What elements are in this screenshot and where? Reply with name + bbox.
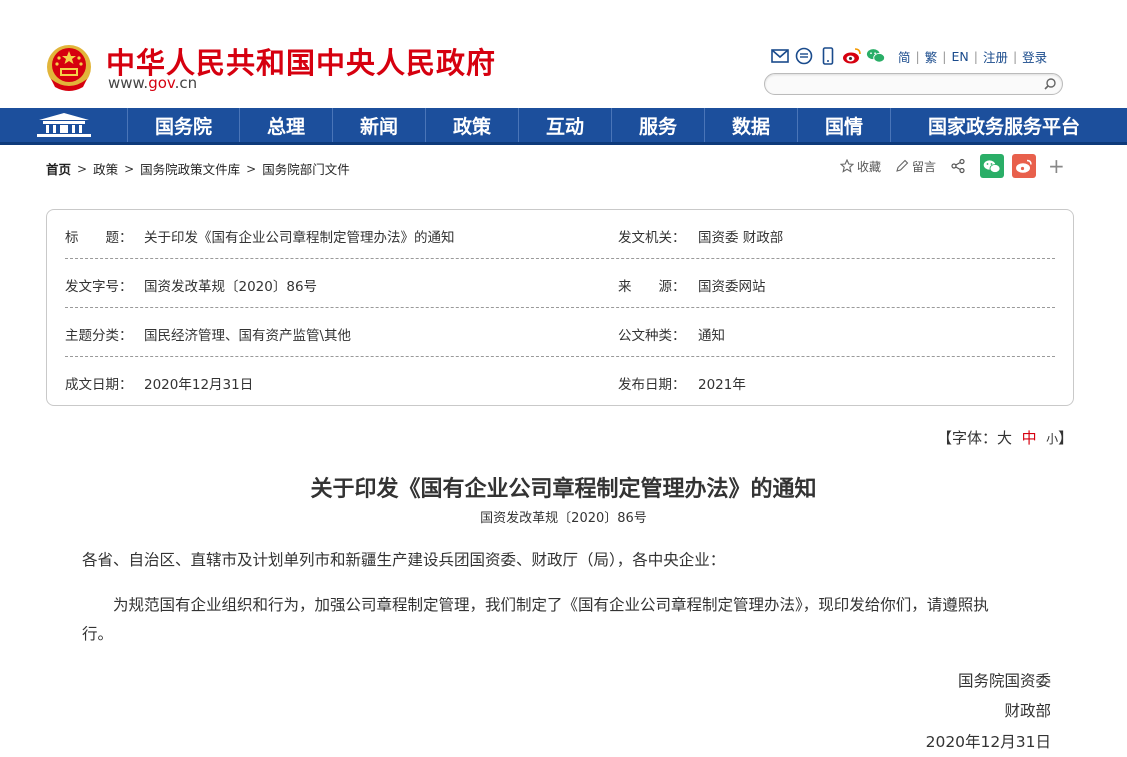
- chevron-right-icon: >: [77, 161, 88, 176]
- site-url-prefix: www.: [108, 74, 149, 92]
- document-info-table: 标 题： 关于印发《国有企业公司章程制定管理办法》的通知 发文机关： 国资委 财…: [46, 209, 1074, 406]
- signature-issuer-2: 财政部: [1004, 702, 1051, 720]
- article-title: 关于印发《国有企业公司章程制定管理办法》的通知: [310, 476, 817, 502]
- lang-traditional-link[interactable]: 繁: [925, 47, 938, 66]
- nav-item-services[interactable]: 服务: [611, 108, 704, 142]
- title-value: 关于印发《国有企业公司章程制定管理办法》的通知: [144, 230, 455, 246]
- doctype-value: 通知: [698, 328, 725, 344]
- register-link[interactable]: 注册: [983, 47, 1008, 66]
- national-emblem-icon[interactable]: [45, 43, 93, 93]
- article-salutation: 各省、自治区、直辖市及计划单列市和新疆生产建设兵团国资委、财政厅（局），各中央企…: [82, 551, 726, 569]
- share-tools: 收藏 留言 +: [840, 154, 1065, 178]
- font-size-prefix: 【字体：: [937, 429, 998, 447]
- nav-home-icon[interactable]: [0, 108, 127, 142]
- article-body-line-1: 为规范国有企业组织和行为，加强公司章程制定管理，我们制定了《国有企业公司章程制定…: [82, 596, 989, 614]
- written-date-label: 成文日期：: [65, 377, 133, 393]
- info-row: 标 题： 关于印发《国有企业公司章程制定管理办法》的通知 发文机关： 国资委 财…: [65, 210, 1055, 259]
- login-link[interactable]: 登录: [1022, 47, 1047, 66]
- search-icon[interactable]: [1042, 76, 1058, 92]
- breadcrumb-department-docs[interactable]: 国务院部门文件: [262, 159, 350, 178]
- pencil-icon: [896, 159, 909, 172]
- site-url-suffix: .cn: [174, 74, 198, 92]
- message-icon[interactable]: [794, 46, 814, 66]
- written-date-value: 2020年12月31日: [144, 377, 254, 393]
- nav-item-national-conditions[interactable]: 国情: [797, 108, 890, 142]
- more-share-plus-icon[interactable]: +: [1048, 156, 1065, 176]
- star-icon: [840, 159, 854, 173]
- chevron-right-icon: >: [124, 161, 135, 176]
- font-size-medium[interactable]: 中: [1022, 429, 1037, 447]
- signature-issuer-1: 国务院国资委: [957, 672, 1051, 690]
- nav-item-data[interactable]: 数据: [704, 108, 797, 142]
- comment-button[interactable]: 留言: [895, 158, 936, 175]
- font-size-control: 【字体：大 中 小】: [937, 427, 1073, 448]
- search-input[interactable]: [775, 76, 1045, 92]
- nav-item-policy[interactable]: 政策: [425, 108, 518, 142]
- published-date-label: 发布日期：: [618, 377, 686, 393]
- share-icon[interactable]: [950, 158, 966, 174]
- info-row: 成文日期： 2020年12月31日 发布日期： 2021年: [65, 357, 1055, 406]
- nav-item-news[interactable]: 新闻: [332, 108, 425, 142]
- nav-item-gov-service-platform[interactable]: 国家政务服务平台: [890, 108, 1117, 142]
- published-date-value: 2021年: [698, 377, 746, 393]
- issuer-label: 发文机关：: [618, 230, 686, 246]
- info-row: 发文字号： 国资发改革规〔2020〕86号 来 源： 国资委网站: [65, 259, 1055, 308]
- top-tools: 简 | 繁 | EN | 注册 | 登录: [770, 46, 1047, 66]
- source-value: 国资委网站: [698, 279, 766, 295]
- mail-icon[interactable]: [770, 46, 790, 66]
- article-body-line-2: 行。: [82, 625, 114, 643]
- share-weibo-icon[interactable]: [1012, 154, 1037, 178]
- site-header: 中华人民共和国中央人民政府 www.gov.cn 简 | 繁 | EN | 注册 | 登…: [0, 0, 1127, 108]
- docno-label: 发文字号：: [65, 279, 133, 295]
- docno-value: 国资发改革规〔2020〕86号: [144, 279, 318, 295]
- topic-label: 主题分类：: [65, 328, 133, 344]
- comment-label: 留言: [912, 159, 937, 174]
- breadcrumb-policy[interactable]: 政策: [93, 159, 118, 178]
- breadcrumb-policy-library[interactable]: 国务院政策文件库: [140, 159, 240, 178]
- nav-item-state-council[interactable]: 国务院: [127, 108, 239, 142]
- favorite-label: 收藏: [857, 159, 882, 174]
- font-size-suffix: 】: [1058, 429, 1074, 447]
- nav-item-premier[interactable]: 总理: [239, 108, 332, 142]
- language-links: 简 | 繁 | EN | 注册 | 登录: [898, 47, 1048, 66]
- site-url-brand: gov: [148, 74, 175, 92]
- chevron-right-icon: >: [246, 161, 257, 176]
- wechat-icon[interactable]: [866, 46, 886, 66]
- share-wechat-icon[interactable]: [980, 154, 1005, 178]
- breadcrumb-home[interactable]: 首页: [46, 159, 71, 178]
- title-label: 标 题：: [65, 230, 133, 246]
- lang-english-link[interactable]: EN: [951, 49, 968, 64]
- source-label: 来 源：: [618, 279, 686, 295]
- issuer-value: 国资委 财政部: [698, 230, 784, 246]
- doctype-label: 公文种类：: [618, 328, 686, 344]
- nav-item-interaction[interactable]: 互动: [518, 108, 611, 142]
- font-size-large[interactable]: 大: [997, 429, 1012, 447]
- site-url[interactable]: www.gov.cn: [108, 74, 197, 92]
- font-size-small[interactable]: 小: [1046, 432, 1058, 446]
- main-nav: 国务院 总理 新闻 政策 互动 服务 数据 国情 国家政务服务平台: [0, 108, 1127, 145]
- info-row: 主题分类： 国民经济管理、国有资产监管\其他 公文种类： 通知: [65, 308, 1055, 357]
- lang-simplified-link[interactable]: 简: [898, 47, 911, 66]
- breadcrumb: 首页 > 政策 > 国务院政策文件库 > 国务院部门文件: [46, 159, 350, 178]
- signature-date: 2020年12月31日: [925, 733, 1051, 751]
- mobile-icon[interactable]: [818, 46, 838, 66]
- favorite-button[interactable]: 收藏: [840, 158, 881, 175]
- search-box: [764, 73, 1063, 95]
- topic-value: 国民经济管理、国有资产监管\其他: [144, 328, 352, 344]
- article-doc-number: 国资发改革规〔2020〕86号: [480, 511, 647, 526]
- weibo-icon[interactable]: [842, 46, 862, 66]
